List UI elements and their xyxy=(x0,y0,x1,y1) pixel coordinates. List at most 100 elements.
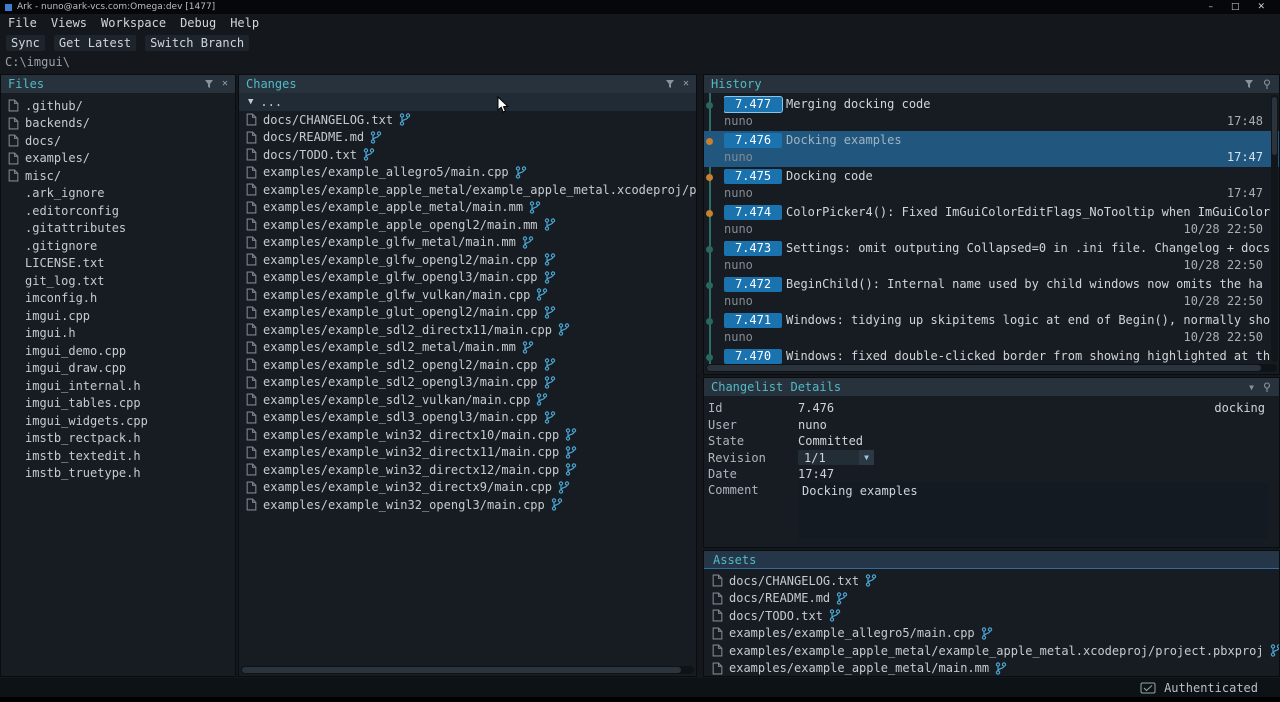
changeset-badge[interactable]: 7.476 xyxy=(724,133,782,148)
changeset-badge[interactable]: 7.471 xyxy=(724,313,782,328)
file-tree-item[interactable]: git_log.txt xyxy=(1,272,235,290)
file-tree-item[interactable]: imstb_textedit.h xyxy=(1,447,235,465)
close-button[interactable]: ✕ xyxy=(1257,2,1265,12)
file-tree-item[interactable]: .ark_ignore xyxy=(1,185,235,203)
menu-item[interactable]: File xyxy=(8,16,37,30)
changed-file-row[interactable]: examples/example_glfw_opengl2/main.cpp xyxy=(239,251,696,269)
asset-row[interactable]: examples/example_apple_metal/example_app… xyxy=(704,642,1279,660)
file-tree-item[interactable]: imgui_widgets.cpp xyxy=(1,412,235,430)
toolbar-button[interactable]: Switch Branch xyxy=(145,35,249,51)
changed-file-row[interactable]: examples/example_win32_directx11/main.cp… xyxy=(239,444,696,462)
changeset-author: nuno xyxy=(724,222,753,236)
changed-file-row[interactable]: examples/example_glfw_vulkan/main.cpp xyxy=(239,286,696,304)
menu-item[interactable]: Views xyxy=(51,16,87,30)
filter-icon[interactable] xyxy=(204,79,214,89)
changed-file-row[interactable]: examples/example_sdl2_opengl3/main.cpp xyxy=(239,374,696,392)
changeset-badge[interactable]: 7.472 xyxy=(724,277,782,292)
scrollbar-thumb[interactable] xyxy=(242,667,681,673)
file-tree-item[interactable]: .editorconfig xyxy=(1,202,235,220)
assets-header[interactable]: Assets xyxy=(704,551,1279,569)
changed-file-row[interactable]: examples/example_win32_directx12/main.cp… xyxy=(239,461,696,479)
menu-item[interactable]: Help xyxy=(230,16,259,30)
close-icon[interactable]: ✕ xyxy=(222,79,228,89)
maximize-button[interactable]: □ xyxy=(1231,2,1240,12)
filter-icon[interactable] xyxy=(665,79,675,89)
changeset-badge[interactable]: 7.475 xyxy=(724,169,782,184)
changes-panel-header: Changes ✕ xyxy=(239,75,696,93)
file-tree-item[interactable]: backends/ xyxy=(1,115,235,133)
toolbar-button[interactable]: Get Latest xyxy=(54,35,136,51)
file-tree-item[interactable]: imgui_draw.cpp xyxy=(1,360,235,378)
file-tree-item[interactable]: .gitignore xyxy=(1,237,235,255)
changed-file-row[interactable]: examples/example_sdl3_opengl3/main.cpp xyxy=(239,409,696,427)
minimize-button[interactable]: – xyxy=(1208,2,1213,12)
asset-row[interactable]: docs/README.md xyxy=(704,590,1279,608)
changeset-row[interactable]: 7.473 Settings: omit outputing Collapsed… xyxy=(704,239,1279,275)
changeset-badge[interactable]: 7.474 xyxy=(724,205,782,220)
changed-file-row[interactable]: examples/example_glut_opengl2/main.cpp xyxy=(239,304,696,322)
file-tree-item[interactable]: docs/ xyxy=(1,132,235,150)
file-tree-item[interactable]: LICENSE.txt xyxy=(1,255,235,273)
changed-file-row[interactable]: examples/example_sdl2_vulkan/main.cpp xyxy=(239,391,696,409)
changed-file-row[interactable]: examples/example_win32_directx9/main.cpp xyxy=(239,479,696,497)
file-tree-item[interactable]: examples/ xyxy=(1,150,235,168)
changeset-badge[interactable]: 7.470 xyxy=(724,349,782,364)
asset-row[interactable]: docs/TODO.txt xyxy=(704,607,1279,625)
revision-select[interactable]: 1/1 ▼ xyxy=(798,450,874,465)
changed-file-row[interactable]: examples/example_allegro5/main.cpp xyxy=(239,164,696,182)
changed-file-row[interactable]: examples/example_sdl2_opengl2/main.cpp xyxy=(239,356,696,374)
changeset-badge[interactable]: 7.473 xyxy=(724,241,782,256)
file-tree-item[interactable]: imstb_rectpack.h xyxy=(1,430,235,448)
file-tree-item[interactable]: .github/ xyxy=(1,97,235,115)
horizontal-scrollbar[interactable] xyxy=(241,666,694,674)
asset-row[interactable]: docs/CHANGELOG.txt xyxy=(704,572,1279,590)
pin-icon[interactable] xyxy=(1262,79,1272,90)
collapse-arrow-icon[interactable]: ▼ xyxy=(248,97,253,107)
file-tree-item[interactable]: imgui_internal.h xyxy=(1,377,235,395)
changed-file-row[interactable]: examples/example_win32_directx10/main.cp… xyxy=(239,426,696,444)
toolbar-button[interactable]: Sync xyxy=(6,35,45,51)
changed-file-row[interactable]: examples/example_win32_opengl3/main.cpp xyxy=(239,496,696,514)
file-tree-item[interactable]: imstb_truetype.h xyxy=(1,465,235,483)
file-tree-item[interactable]: imgui_demo.cpp xyxy=(1,342,235,360)
changed-file-row[interactable]: examples/example_apple_metal/example_app… xyxy=(239,181,696,199)
changed-file-row[interactable]: examples/example_glfw_opengl3/main.cpp xyxy=(239,269,696,287)
scrollbar-thumb[interactable] xyxy=(1272,97,1277,155)
changeset-badge[interactable]: 7.477 xyxy=(724,97,782,112)
asset-row[interactable]: examples/example_apple_metal/main.mm xyxy=(704,660,1279,678)
changeset-row[interactable]: 7.475 Docking code nuno 17:47 xyxy=(704,167,1279,203)
pin-icon[interactable] xyxy=(1262,382,1272,393)
date-value: 17:47 xyxy=(798,467,834,481)
changeset-row[interactable]: 7.472 BeginChild(): Internal name used b… xyxy=(704,275,1279,311)
horizontal-scrollbar[interactable] xyxy=(706,364,1277,372)
changed-file-row[interactable]: docs/CHANGELOG.txt xyxy=(239,111,696,129)
close-icon[interactable]: ✕ xyxy=(683,79,689,89)
changeset-row[interactable]: 7.471 Windows: tidying up skipitems logi… xyxy=(704,311,1279,347)
changed-file-row[interactable]: examples/example_glfw_metal/main.mm xyxy=(239,234,696,252)
changeset-row[interactable]: 7.476 Docking examples nuno 17:47 xyxy=(704,131,1279,167)
asset-row[interactable]: examples/example_allegro5/main.cpp xyxy=(704,625,1279,643)
changed-file-row[interactable]: examples/example_apple_metal/main.mm xyxy=(239,199,696,217)
chevron-down-icon[interactable]: ▼ xyxy=(1249,383,1254,392)
changed-file-row[interactable]: docs/TODO.txt xyxy=(239,146,696,164)
file-tree-item[interactable]: imgui.h xyxy=(1,325,235,343)
changed-file-name: examples/example_sdl2_opengl2/main.cpp xyxy=(263,358,538,372)
file-tree-item[interactable]: imconfig.h xyxy=(1,290,235,308)
file-tree-item[interactable]: imgui.cpp xyxy=(1,307,235,325)
vertical-scrollbar[interactable] xyxy=(1271,95,1278,362)
menu-item[interactable]: Workspace xyxy=(101,16,166,30)
changes-root-row[interactable]: ▼ ... xyxy=(239,93,696,111)
menu-item[interactable]: Debug xyxy=(180,16,216,30)
changeset-row[interactable]: 7.474 ColorPicker4(): Fixed ImGuiColorEd… xyxy=(704,203,1279,239)
file-tree-item[interactable]: imgui_tables.cpp xyxy=(1,395,235,413)
changed-file-row[interactable]: examples/example_sdl2_directx11/main.cpp xyxy=(239,321,696,339)
changed-file-row[interactable]: examples/example_sdl2_metal/main.mm xyxy=(239,339,696,357)
file-tree-item[interactable]: misc/ xyxy=(1,167,235,185)
filter-icon[interactable] xyxy=(1244,79,1254,89)
changed-file-name: examples/example_win32_opengl3/main.cpp xyxy=(263,498,545,512)
file-tree-item[interactable]: .gitattributes xyxy=(1,220,235,238)
changed-file-row[interactable]: examples/example_apple_opengl2/main.mm xyxy=(239,216,696,234)
changeset-row[interactable]: 7.477 Merging docking code nuno 17:48 xyxy=(704,95,1279,131)
scrollbar-thumb[interactable] xyxy=(707,365,1261,371)
changed-file-row[interactable]: docs/README.md xyxy=(239,129,696,147)
